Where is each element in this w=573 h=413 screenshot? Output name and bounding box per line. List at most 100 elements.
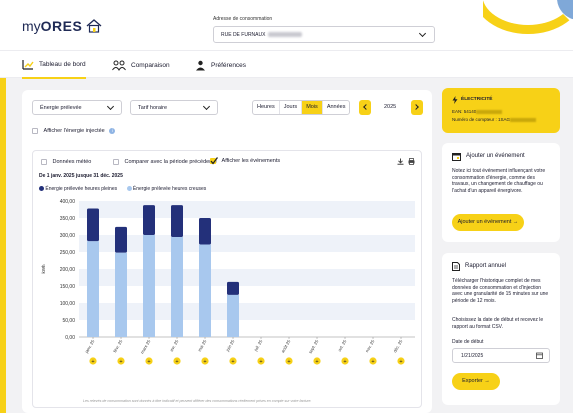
next-year-button[interactable]: [411, 100, 423, 115]
decorative-corner: [483, 0, 573, 50]
document-icon: [452, 262, 460, 271]
x-tick-label: juil. 25: [252, 338, 263, 352]
check-icon: [210, 157, 218, 165]
period-years-button[interactable]: Années: [323, 101, 350, 114]
x-tick-label: oct. 25: [337, 338, 348, 352]
decorative-side-band: [0, 78, 6, 413]
show-injected-checkbox[interactable]: [32, 128, 38, 134]
bar-heures-pleines: [143, 205, 155, 235]
meter-number: Numéro de compteur : 1SAG: [452, 117, 537, 122]
bar-heures-pleines: [227, 281, 239, 295]
house-logo-icon: [86, 19, 102, 33]
y-tick-label: 350,00: [60, 216, 76, 222]
calendar-icon: [452, 153, 461, 161]
address-select[interactable]: RUE DE FURNAUX: [213, 26, 435, 43]
electricity-card[interactable]: ÉLECTRICITÉ EAN: 54140 Numéro de compteu…: [442, 88, 560, 133]
tariff-select[interactable]: Tarif horaire: [130, 100, 218, 115]
y-tick-label: 150,00: [60, 284, 76, 290]
energy-select[interactable]: Énergie prélevée: [32, 100, 122, 115]
start-date-value: 1/21/2025: [461, 353, 484, 359]
plus-icon: +: [315, 359, 318, 365]
user-settings-icon: [196, 60, 205, 70]
events-checkbox[interactable]: [210, 157, 218, 165]
people-icon: [112, 60, 126, 71]
x-tick-label: août 25: [280, 338, 292, 353]
legend-swatch: [126, 186, 132, 192]
report-card-title: Rapport annuel: [465, 263, 507, 269]
period-days-button[interactable]: Jours: [280, 101, 303, 114]
start-date-input[interactable]: 1/21/2025: [452, 348, 550, 363]
chevron-down-icon: [202, 102, 211, 111]
event-card-text: Notez ici tout événement influençant vot…: [452, 168, 546, 194]
y-tick-label: 250,00: [60, 250, 76, 256]
calendar-icon[interactable]: [536, 352, 543, 359]
bar-heures-creuses: [171, 237, 183, 337]
print-icon[interactable]: [408, 158, 415, 165]
bar-heures-creuses: [199, 244, 211, 337]
legend: Énergie prélevée heures pleines Énergie …: [39, 186, 206, 192]
bar-heures-pleines: [171, 205, 183, 238]
show-injected-toggle[interactable]: Afficher l'énergie injectée i: [32, 128, 116, 135]
plus-icon: +: [399, 359, 402, 365]
x-tick-label: nov. 25: [364, 338, 375, 353]
bar-heures-pleines: [115, 226, 127, 253]
ean-number: EAN: 54140: [452, 109, 503, 114]
period-months-button[interactable]: Mois: [302, 101, 323, 114]
weather-toggle[interactable]: Données météo: [41, 159, 91, 165]
period-hours-button[interactable]: Heures: [253, 101, 280, 114]
y-tick-label: 100,00: [60, 301, 76, 307]
address-value: RUE DE FURNAUX: [221, 32, 266, 38]
grid-band: [79, 303, 415, 320]
x-tick-label: févr. 25: [112, 338, 124, 353]
year-picker: 2025: [359, 100, 423, 115]
arrow-right-icon: →: [512, 219, 519, 225]
chevron-down-icon: [418, 29, 427, 38]
bar-heures-creuses: [115, 252, 127, 337]
electricity-title: ÉLECTRICITÉ: [461, 97, 493, 102]
info-icon[interactable]: i: [109, 128, 116, 135]
x-tick-label: janv. 25: [83, 338, 95, 354]
events-toggle[interactable]: Afficher les événements: [210, 157, 280, 165]
x-tick-label: mars 25: [139, 338, 151, 354]
chart-container: Données météo Comparer avec la période p…: [32, 150, 422, 408]
report-card-instructions: Choisissez la date de début et recevez l…: [452, 317, 544, 330]
bar-heures-creuses: [143, 235, 155, 337]
plus-icon: +: [231, 359, 234, 365]
period-selector: Heures Jours Mois Années: [252, 100, 351, 115]
event-card: Ajouter un événement Notez ici tout évén…: [442, 143, 560, 242]
x-tick-label: mai 25: [197, 338, 208, 352]
gauge-icon: [22, 59, 34, 70]
bar-heures-creuses: [227, 294, 239, 337]
tab-preferences[interactable]: Préférences: [195, 51, 246, 79]
legend-item-heures-creuses: Énergie prélevée heures creuses: [126, 186, 206, 192]
y-tick-label: 0,00: [65, 335, 75, 341]
grid-band: [79, 235, 415, 252]
grid-band: [79, 269, 415, 286]
chevron-left-icon: [363, 104, 369, 110]
download-icon[interactable]: [397, 158, 404, 165]
bar-heures-creuses: [87, 241, 99, 337]
tab-dashboard[interactable]: Tableau de bord: [22, 51, 86, 79]
logo[interactable]: myORES: [22, 18, 102, 34]
add-event-button[interactable]: Ajouter un événement →: [452, 214, 524, 231]
previous-year-button[interactable]: [359, 100, 371, 115]
y-tick-label: 300,00: [60, 233, 76, 239]
x-tick-label: déc. 25: [392, 338, 404, 353]
event-card-title: Ajouter un événement: [466, 153, 525, 159]
lightning-icon: [452, 96, 458, 104]
grid-band: [79, 201, 415, 218]
export-button[interactable]: Exporter →: [452, 373, 500, 390]
start-date-label: Date de début: [452, 339, 484, 345]
legend-item-heures-pleines: Énergie prélevée heures pleines: [39, 186, 117, 192]
plus-icon: +: [371, 359, 374, 365]
y-tick-label: 50,00: [62, 318, 75, 324]
main-nav: Tableau de bord Comparaison Préférences: [0, 50, 573, 79]
compare-toggle[interactable]: Comparer avec la période précédente: [113, 159, 217, 165]
y-tick-label: 400,00: [60, 199, 76, 205]
plus-icon: +: [175, 359, 178, 365]
report-card-text: Télécharger l'historique complet de mes …: [452, 278, 549, 304]
tab-comparison[interactable]: Comparaison: [112, 51, 170, 79]
weather-checkbox[interactable]: [41, 159, 47, 165]
plus-icon: +: [287, 359, 290, 365]
compare-checkbox[interactable]: [113, 159, 119, 165]
